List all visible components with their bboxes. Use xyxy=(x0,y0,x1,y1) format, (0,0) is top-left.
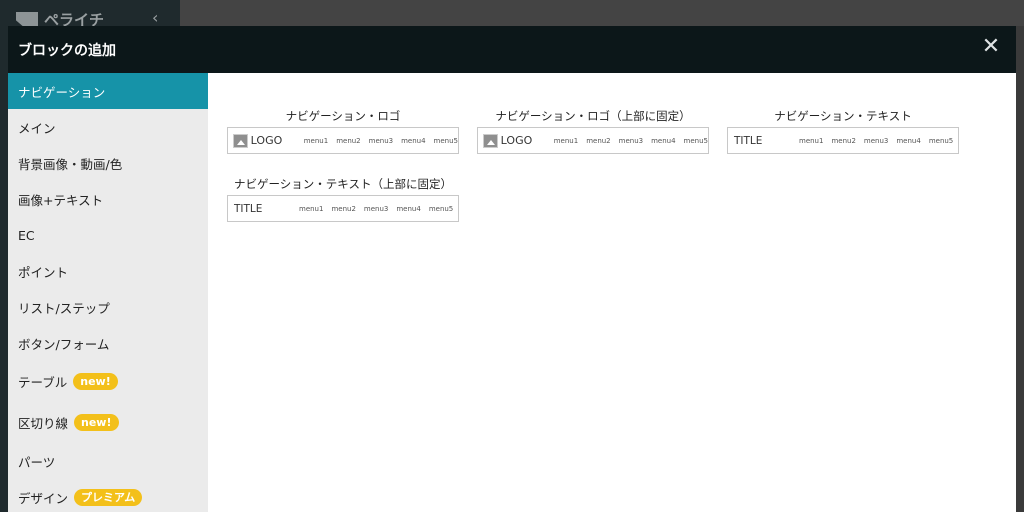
preview-menu-item: menu2 xyxy=(331,204,356,213)
preview-brand: TITLE xyxy=(734,134,763,147)
sidebar-item-list-step[interactable]: リスト/ステップ xyxy=(8,289,208,325)
sidebar-item-label: 画像+テキスト xyxy=(18,192,104,208)
block-card-nav-text[interactable]: ナビゲーション・テキスト TITLE menu1 menu2 menu3 men… xyxy=(727,105,959,154)
preview-menus: menu1 menu2 menu3 menu4 menu5 xyxy=(304,137,458,145)
preview-menu-item: menu1 xyxy=(553,136,579,145)
preview-menus: menu1 menu2 menu3 menu4 menu5 xyxy=(554,137,708,145)
add-block-modal: ブロックの追加 ✕ ナビゲーション メイン 背景画像・動画/色 画像+テキスト … xyxy=(8,26,1016,512)
block-preview: TITLE menu1 menu2 menu3 menu4 menu5 xyxy=(227,195,459,222)
sidebar-item-label: ボタン/フォーム xyxy=(18,336,110,352)
sidebar-item-background[interactable]: 背景画像・動画/色 xyxy=(8,145,208,181)
sidebar-item-label: 区切り線 xyxy=(18,416,69,431)
preview-menu-item: menu5 xyxy=(433,136,458,145)
block-title: ナビゲーション・テキスト（上部に固定） xyxy=(234,177,452,191)
new-badge: new! xyxy=(74,414,119,431)
preview-menu-item: menu2 xyxy=(831,136,856,145)
sidebar-item-ec[interactable]: EC xyxy=(8,217,208,253)
preview-menu-item: menu5 xyxy=(928,136,954,145)
modal-title: ブロックの追加 xyxy=(18,42,116,59)
sidebar-item-table[interactable]: テーブル new! xyxy=(8,361,208,402)
chevron-left-icon: ‹ xyxy=(152,8,159,27)
block-card-nav-logo-fixed[interactable]: ナビゲーション・ロゴ（上部に固定） LOGO menu1 menu2 menu3… xyxy=(477,105,709,154)
sidebar-item-main[interactable]: メイン xyxy=(8,109,208,145)
sidebar-item-parts[interactable]: パーツ xyxy=(8,443,208,479)
sidebar-item-image-text[interactable]: 画像+テキスト xyxy=(8,181,208,217)
sidebar-item-divider[interactable]: 区切り線 new! xyxy=(8,402,208,443)
block-title: ナビゲーション・テキスト xyxy=(774,109,912,123)
preview-menus: menu1 menu2 menu3 menu4 menu5 xyxy=(799,137,953,145)
block-preview: LOGO menu1 menu2 menu3 menu4 menu5 xyxy=(227,127,459,154)
sidebar-item-label: パーツ xyxy=(18,454,56,470)
preview-menu-item: menu4 xyxy=(401,136,426,145)
image-placeholder-icon xyxy=(483,133,498,148)
block-preview: TITLE menu1 menu2 menu3 menu4 menu5 xyxy=(727,127,959,154)
sidebar-item-label: 背景画像・動画/色 xyxy=(18,156,123,172)
preview-menu-item: menu3 xyxy=(363,204,389,213)
sidebar-item-navigation[interactable]: ナビゲーション xyxy=(8,73,208,109)
preview-menu-item: menu4 xyxy=(396,204,421,213)
preview-brand: LOGO xyxy=(500,134,533,147)
block-card-nav-text-fixed[interactable]: ナビゲーション・テキスト（上部に固定） TITLE menu1 menu2 me… xyxy=(227,173,459,222)
sidebar-item-label: リスト/ステップ xyxy=(18,300,110,316)
sidebar-item-label: ナビゲーション xyxy=(18,84,106,100)
close-icon[interactable]: ✕ xyxy=(980,36,1002,58)
preview-menu-item: menu4 xyxy=(651,136,676,145)
block-title: ナビゲーション・ロゴ（上部に固定） xyxy=(495,109,691,123)
preview-menu-item: menu2 xyxy=(336,136,361,145)
sidebar-item-label: EC xyxy=(18,227,35,243)
sidebar-item-point[interactable]: ポイント xyxy=(8,253,208,289)
category-sidebar: ナビゲーション メイン 背景画像・動画/色 画像+テキスト EC ポイント リス… xyxy=(8,73,208,512)
preview-menu-item: menu1 xyxy=(303,136,329,145)
sidebar-item-label: テーブル xyxy=(18,375,68,390)
new-badge: new! xyxy=(73,373,118,390)
sidebar-item-label: デザイン xyxy=(18,490,69,506)
block-gallery: ナビゲーション・ロゴ LOGO menu1 menu2 menu3 menu4 … xyxy=(208,73,1016,512)
premium-badge: プレミアム xyxy=(74,488,143,506)
sidebar-item-label: メイン xyxy=(18,120,56,136)
sidebar-item-design[interactable]: デザイン プレミアム xyxy=(8,479,208,512)
block-card-nav-logo[interactable]: ナビゲーション・ロゴ LOGO menu1 menu2 menu3 menu4 … xyxy=(227,105,459,154)
preview-menu-item: menu3 xyxy=(618,136,644,145)
block-preview: LOGO menu1 menu2 menu3 menu4 menu5 xyxy=(477,127,709,154)
preview-brand: TITLE xyxy=(234,202,263,215)
preview-menu-item: menu1 xyxy=(299,204,324,213)
sidebar-item-label: ポイント xyxy=(18,264,69,280)
brand-mark-icon xyxy=(16,12,38,26)
modal-header: ブロックの追加 ✕ xyxy=(8,26,1016,73)
preview-menu-item: menu4 xyxy=(896,136,921,145)
background-topbar xyxy=(180,0,1024,26)
preview-menu-item: menu3 xyxy=(368,136,394,145)
block-title: ナビゲーション・ロゴ xyxy=(285,109,401,123)
preview-menu-item: menu5 xyxy=(683,136,708,145)
preview-menu-item: menu2 xyxy=(586,136,611,145)
preview-menu-item: menu1 xyxy=(799,136,824,145)
image-placeholder-icon xyxy=(233,133,248,148)
sidebar-item-button-form[interactable]: ボタン/フォーム xyxy=(8,325,208,361)
preview-menus: menu1 menu2 menu3 menu4 menu5 xyxy=(299,205,453,213)
preview-brand: LOGO xyxy=(250,134,283,147)
preview-menu-item: menu5 xyxy=(428,204,454,213)
preview-menu-item: menu3 xyxy=(863,136,889,145)
